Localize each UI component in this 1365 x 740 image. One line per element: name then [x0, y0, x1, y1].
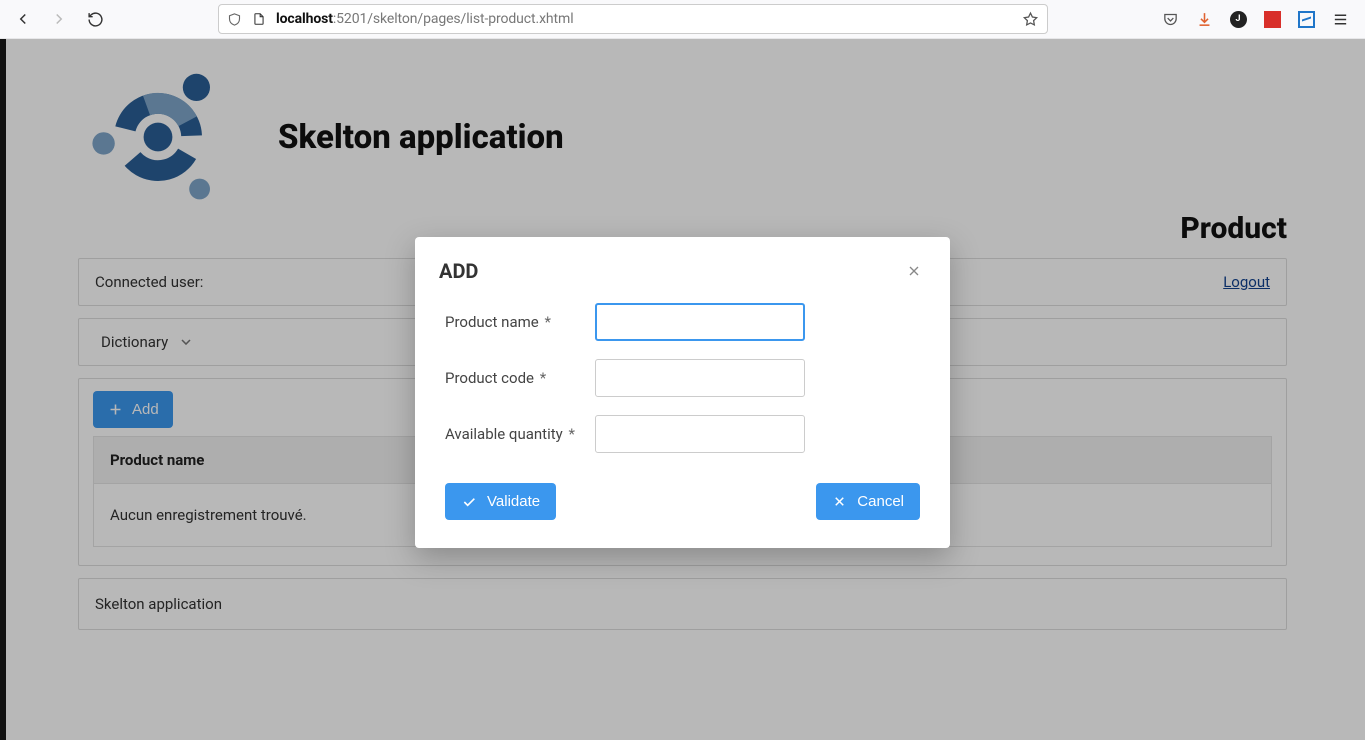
download-icon[interactable] — [1195, 10, 1213, 28]
shield-icon — [227, 12, 242, 27]
label-available-qty: Available quantity * — [445, 425, 595, 443]
url-bar[interactable]: localhost:5201/skelton/pages/list-produc… — [218, 4, 1048, 34]
label-text: Product name — [445, 313, 539, 331]
forward-button[interactable] — [50, 10, 68, 28]
required-mark: * — [568, 425, 574, 443]
page: Skelton application Product Connected us… — [0, 39, 1365, 740]
star-icon[interactable] — [1022, 11, 1039, 28]
check-icon — [461, 494, 477, 510]
label-product-code: Product code * — [445, 369, 595, 387]
account-icon[interactable]: J — [1229, 10, 1247, 28]
reload-button[interactable] — [86, 10, 104, 28]
x-icon — [832, 494, 847, 509]
pocket-icon[interactable] — [1161, 10, 1179, 28]
nav-buttons — [14, 10, 104, 28]
ext-red-icon[interactable] — [1263, 10, 1281, 28]
validate-button[interactable]: Validate — [445, 483, 556, 520]
label-text: Product code — [445, 369, 534, 387]
label-text: Available quantity — [445, 425, 563, 443]
input-available-qty[interactable] — [595, 415, 805, 453]
add-modal: ADD Product name * Product code * — [415, 237, 950, 548]
modal-title: ADD — [439, 259, 478, 283]
input-product-name[interactable] — [595, 303, 805, 341]
row-available-qty: Available quantity * — [445, 415, 920, 453]
url-text: localhost:5201/skelton/pages/list-produc… — [276, 11, 574, 27]
avatar-letter: J — [1230, 11, 1247, 28]
modal-overlay: ADD Product name * Product code * — [0, 39, 1365, 740]
required-mark: * — [540, 369, 546, 387]
close-icon[interactable] — [902, 259, 926, 283]
required-mark: * — [544, 313, 550, 331]
url-path: :5201/skelton/pages/list-product.xhtml — [333, 11, 574, 27]
page-icon — [252, 12, 266, 26]
url-host: localhost — [276, 11, 333, 27]
row-product-name: Product name * — [445, 303, 920, 341]
menu-icon[interactable] — [1331, 10, 1349, 28]
label-product-name: Product name * — [445, 313, 595, 331]
input-product-code[interactable] — [595, 359, 805, 397]
cancel-button[interactable]: Cancel — [816, 483, 920, 520]
validate-label: Validate — [487, 493, 540, 510]
browser-chrome: localhost:5201/skelton/pages/list-produc… — [0, 0, 1365, 39]
back-button[interactable] — [14, 10, 32, 28]
row-product-code: Product code * — [445, 359, 920, 397]
toolbar-icons: J — [1161, 10, 1349, 28]
ext-blue-icon[interactable] — [1297, 10, 1315, 28]
cancel-label: Cancel — [857, 493, 904, 510]
